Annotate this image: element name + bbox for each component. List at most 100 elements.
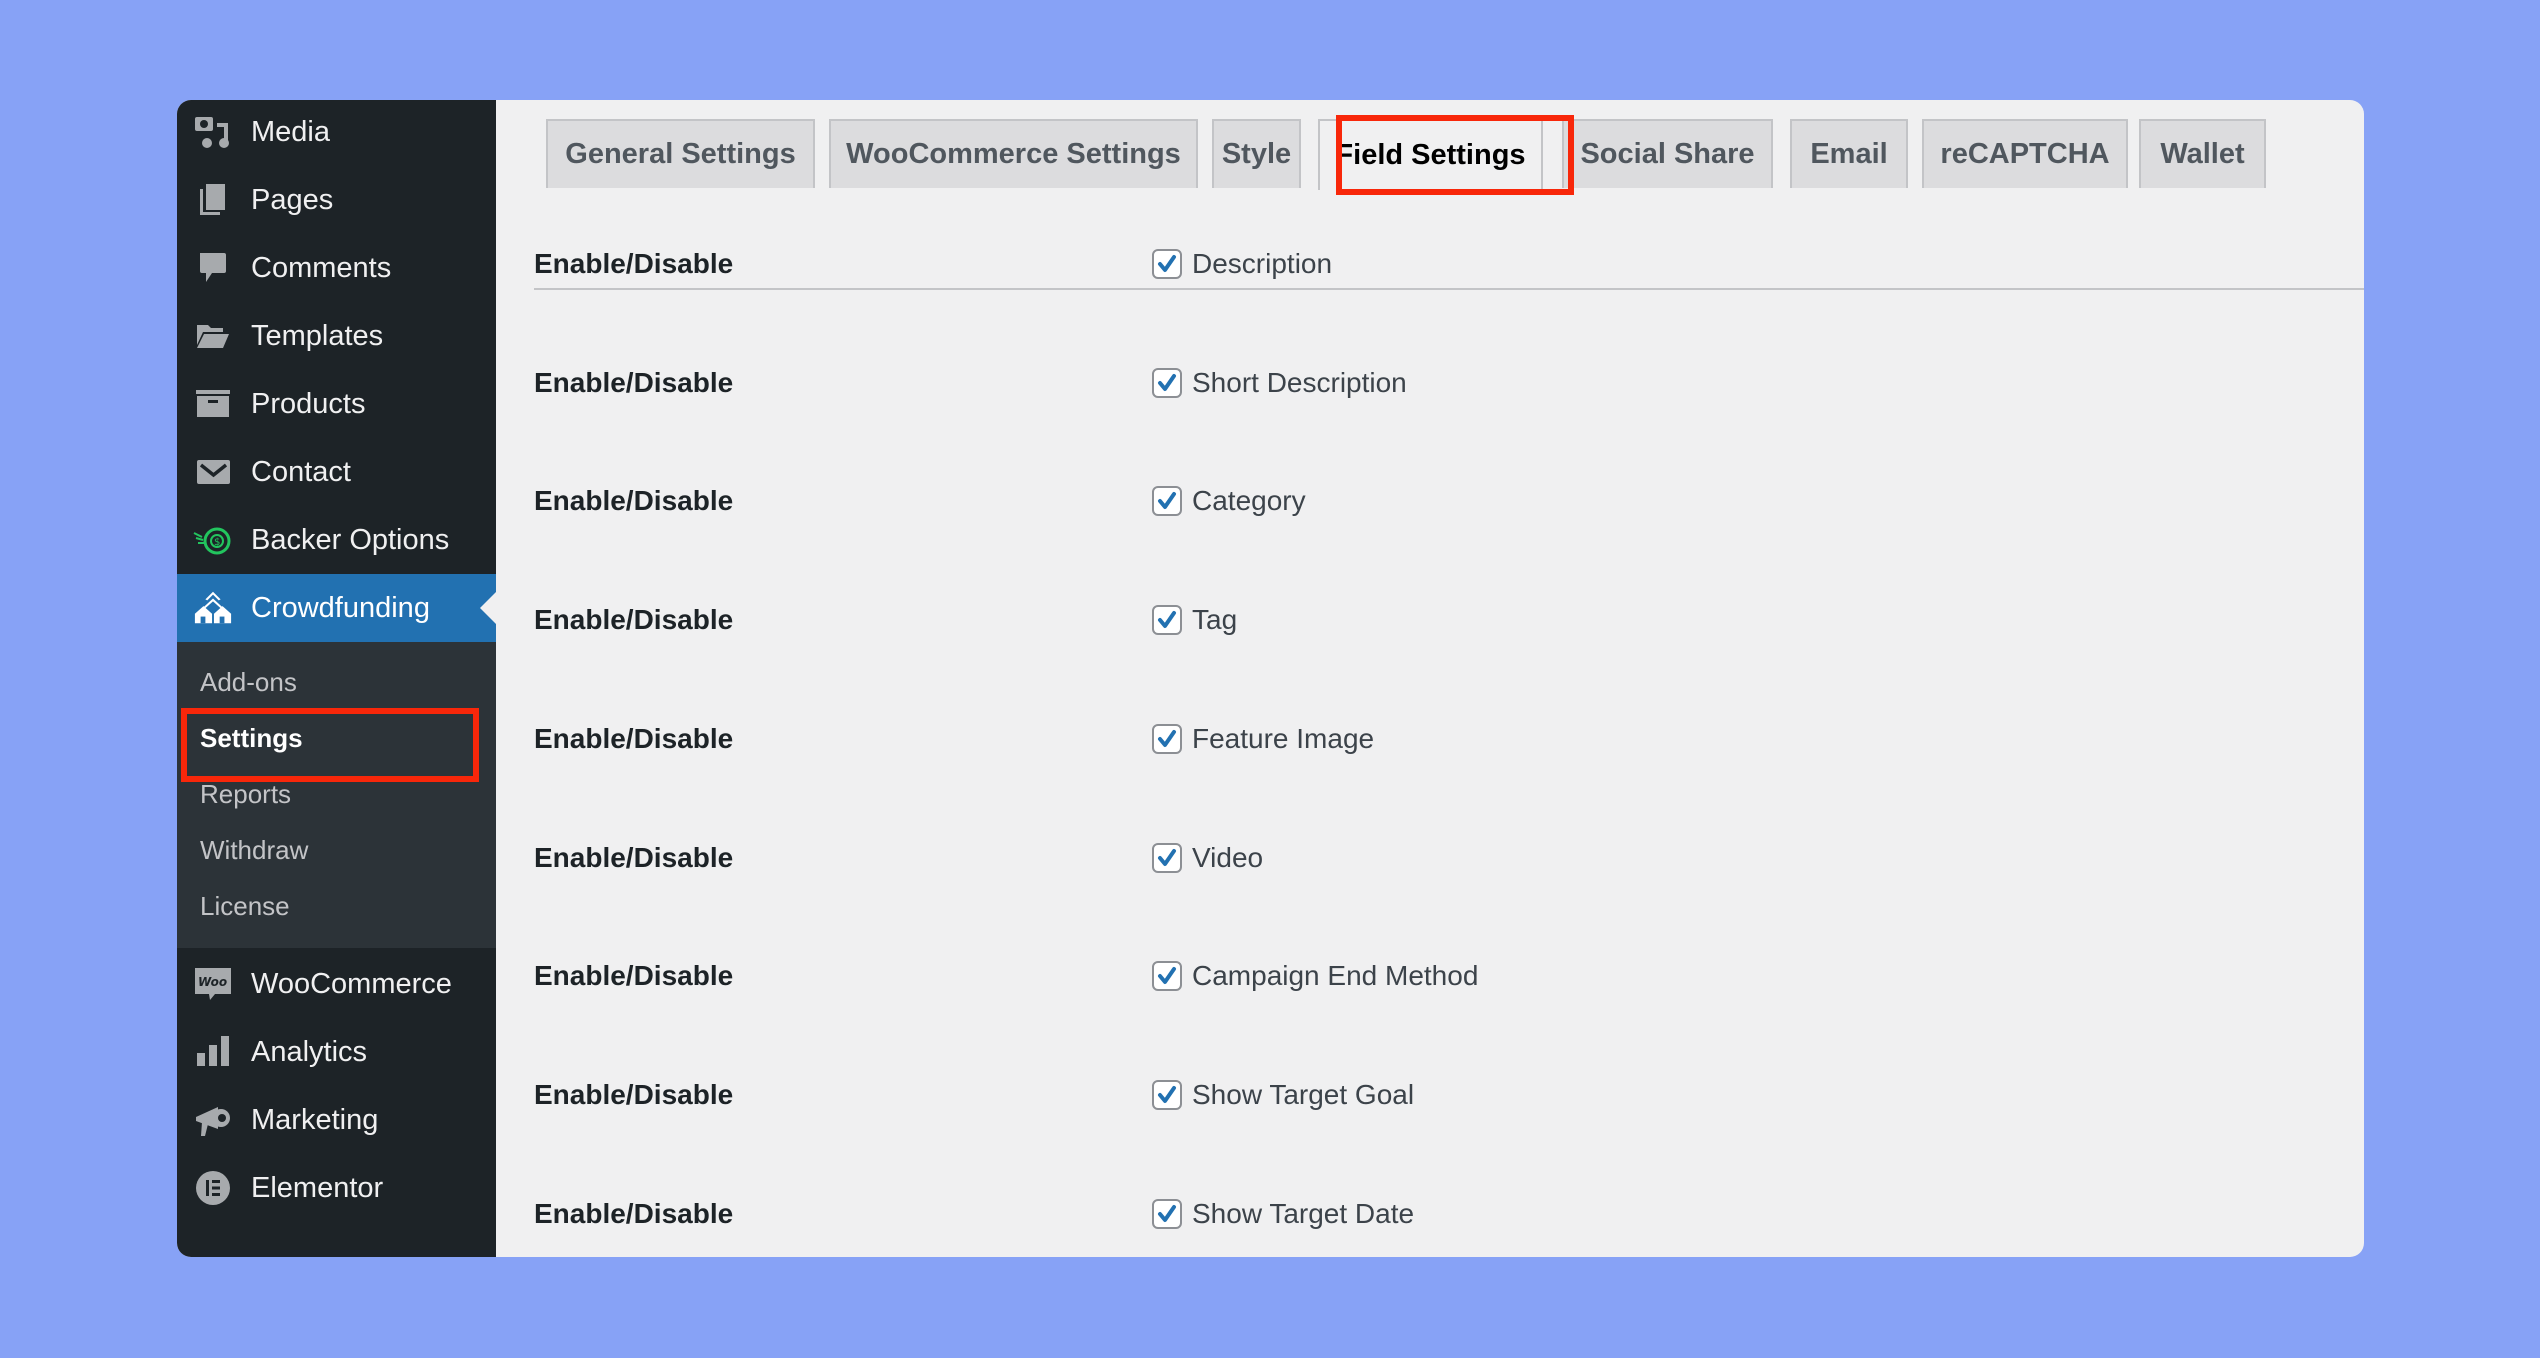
sidebar-item-contact[interactable]: Contact bbox=[177, 438, 496, 506]
field-option[interactable]: Show Target Date bbox=[1152, 1198, 1414, 1230]
checkmark-icon bbox=[1158, 492, 1176, 510]
submenu-item-reports[interactable]: Reports bbox=[177, 766, 496, 822]
checkmark-icon bbox=[1158, 967, 1176, 985]
archive-icon bbox=[193, 384, 233, 424]
field-label: Enable/Disable bbox=[534, 722, 734, 754]
sidebar-item-label: Contact bbox=[251, 455, 351, 488]
option-label: Video bbox=[1192, 841, 1264, 873]
tab-email[interactable]: Email bbox=[1790, 119, 1908, 188]
tab-field-settings[interactable]: Field Settings bbox=[1318, 119, 1543, 190]
field-option[interactable]: Tag bbox=[1152, 604, 1237, 636]
tab-woocommerce-settings[interactable]: WooCommerce Settings bbox=[829, 119, 1198, 188]
field-label: Enable/Disable bbox=[534, 1078, 734, 1110]
sidebar-item-products[interactable]: Products bbox=[177, 370, 496, 438]
comments-icon bbox=[193, 248, 233, 288]
option-label: Show Target Goal bbox=[1192, 1078, 1415, 1110]
field-row: Enable/Disable Category bbox=[496, 481, 2364, 521]
checkmark-icon bbox=[1158, 373, 1176, 391]
tab-label: General Settings bbox=[565, 138, 796, 170]
sidebar-item-woocommerce[interactable]: Woo WooCommerce bbox=[177, 950, 496, 1018]
sidebar-item-label: Media bbox=[251, 115, 330, 148]
field-option[interactable]: Video bbox=[1152, 842, 1263, 874]
submenu-label: Settings bbox=[200, 722, 303, 753]
sidebar-item-templates[interactable]: Templates bbox=[177, 302, 496, 370]
tab-general-settings[interactable]: General Settings bbox=[546, 119, 815, 188]
option-label: Short Description bbox=[1192, 366, 1407, 398]
field-option[interactable]: Short Description bbox=[1152, 367, 1407, 399]
sidebar-item-label: Elementor bbox=[251, 1171, 384, 1204]
sidebar-item-label: WooCommerce bbox=[251, 967, 452, 1000]
checkbox[interactable] bbox=[1152, 1198, 1182, 1229]
admin-sidebar: Media Pages Comments Templates Products bbox=[177, 100, 496, 1257]
checkmark-icon bbox=[1158, 1085, 1176, 1103]
folder-icon bbox=[193, 316, 233, 356]
checkbox[interactable] bbox=[1152, 486, 1182, 517]
field-option[interactable]: Description bbox=[1152, 248, 1332, 280]
sidebar-item-comments[interactable]: Comments bbox=[177, 234, 496, 302]
envelope-icon bbox=[193, 452, 233, 492]
field-label: Enable/Disable bbox=[534, 841, 734, 873]
field-row: Enable/Disable Feature Image bbox=[496, 719, 2364, 759]
checkmark-icon bbox=[1158, 848, 1176, 866]
crowdfunding-submenu: Add-ons Settings Reports Withdraw Licens… bbox=[177, 642, 496, 948]
submenu-label: Withdraw bbox=[200, 834, 309, 865]
submenu-item-withdraw[interactable]: Withdraw bbox=[177, 822, 496, 878]
sidebar-item-label: Backer Options bbox=[251, 523, 450, 556]
sidebar-item-label: Marketing bbox=[251, 1103, 379, 1136]
checkbox[interactable] bbox=[1152, 842, 1182, 873]
sidebar-item-marketing[interactable]: Marketing bbox=[177, 1086, 496, 1154]
field-option[interactable]: Show Target Goal bbox=[1152, 1079, 1414, 1111]
option-label: Category bbox=[1192, 485, 1306, 517]
checkbox[interactable] bbox=[1152, 723, 1182, 754]
checkmark-icon bbox=[1158, 1204, 1176, 1222]
option-label: Show Target Date bbox=[1192, 1197, 1415, 1229]
field-label: Enable/Disable bbox=[534, 1197, 734, 1229]
elementor-icon bbox=[193, 1168, 233, 1208]
tab-label: reCAPTCHA bbox=[1940, 138, 2110, 170]
tab-label: Email bbox=[1810, 138, 1888, 170]
submenu-item-add-ons[interactable]: Add-ons bbox=[177, 654, 496, 710]
tab-style[interactable]: Style bbox=[1212, 119, 1301, 188]
tab-wallet[interactable]: Wallet bbox=[2139, 119, 2266, 188]
tab-social-share[interactable]: Social Share bbox=[1562, 119, 1773, 188]
option-label: Description bbox=[1192, 248, 1333, 279]
submenu-label: Reports bbox=[200, 778, 292, 809]
field-row: Enable/Disable Description bbox=[496, 244, 2364, 284]
checkbox[interactable] bbox=[1152, 367, 1182, 398]
tab-label: WooCommerce Settings bbox=[846, 138, 1181, 170]
submenu-item-settings[interactable]: Settings bbox=[177, 710, 496, 766]
field-option[interactable]: Feature Image bbox=[1152, 723, 1374, 755]
sidebar-item-analytics[interactable]: Analytics bbox=[177, 1018, 496, 1086]
svg-text:$: $ bbox=[214, 537, 220, 548]
field-row: Enable/Disable Tag bbox=[496, 600, 2364, 640]
woo-icon: Woo bbox=[193, 964, 233, 1004]
pages-icon bbox=[193, 180, 233, 220]
admin-window: Media Pages Comments Templates Products bbox=[177, 100, 2364, 1257]
field-option[interactable]: Category bbox=[1152, 485, 1306, 517]
sidebar-item-media[interactable]: Media bbox=[177, 100, 496, 166]
field-label: Enable/Disable bbox=[534, 366, 734, 398]
field-label: Enable/Disable bbox=[534, 960, 734, 992]
settings-panel: General Settings WooCommerce Settings St… bbox=[496, 100, 2364, 1257]
sidebar-item-label: Templates bbox=[251, 319, 384, 352]
option-label: Tag bbox=[1192, 604, 1238, 636]
checkbox[interactable] bbox=[1152, 249, 1182, 279]
sidebar-item-label: Crowdfunding bbox=[251, 591, 430, 624]
field-row: Enable/Disable Short Description bbox=[496, 363, 2364, 403]
sidebar-item-elementor[interactable]: Elementor bbox=[177, 1154, 496, 1222]
sidebar-item-pages[interactable]: Pages bbox=[177, 166, 496, 234]
sidebar-item-backer-options[interactable]: $ Backer Options bbox=[177, 506, 496, 574]
sidebar-item-label: Pages bbox=[251, 183, 334, 216]
checkbox[interactable] bbox=[1152, 961, 1182, 992]
tab-recaptcha[interactable]: reCAPTCHA bbox=[1922, 119, 2128, 188]
field-option[interactable]: Campaign End Method bbox=[1152, 960, 1478, 992]
submenu-label: Add-ons bbox=[200, 666, 297, 697]
field-row: Enable/Disable Video bbox=[496, 838, 2364, 878]
checkbox[interactable] bbox=[1152, 605, 1182, 636]
sidebar-item-crowdfunding[interactable]: Crowdfunding bbox=[177, 574, 496, 642]
sidebar-item-label: Products bbox=[251, 387, 366, 420]
checkbox[interactable] bbox=[1152, 1079, 1182, 1110]
field-row: Enable/Disable Campaign End Method bbox=[496, 956, 2364, 996]
submenu-label: License bbox=[200, 890, 290, 921]
submenu-item-license[interactable]: License bbox=[177, 878, 496, 934]
